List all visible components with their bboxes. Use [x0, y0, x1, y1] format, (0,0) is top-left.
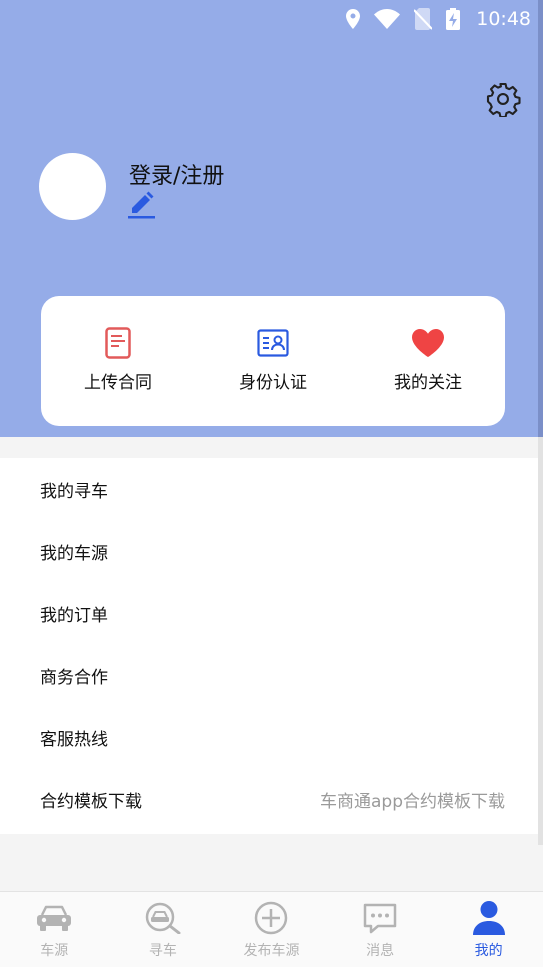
menu-item-customer-service-hotline[interactable]: 客服热线 — [0, 706, 543, 768]
quick-action-my-favorites[interactable]: 我的关注 — [389, 296, 467, 426]
settings-button[interactable] — [484, 80, 522, 118]
wifi-icon — [374, 9, 401, 29]
menu-item-my-car-sources[interactable]: 我的车源 — [0, 520, 543, 582]
gear-icon — [486, 82, 521, 117]
status-bar: 10:48 — [0, 0, 543, 38]
menu-item-label: 客服热线 — [40, 729, 108, 750]
message-icon — [363, 903, 397, 934]
menu-item-label: 商务合作 — [40, 667, 108, 688]
quick-action-upload-contract[interactable]: 上传合同 — [79, 296, 157, 426]
nav-tab-label: 车源 — [40, 943, 69, 959]
status-time: 10:48 — [476, 8, 531, 30]
quick-action-label: 身份认证 — [239, 373, 307, 393]
nav-tab-mine[interactable]: 我的 — [435, 892, 543, 967]
quick-action-identity-verification[interactable]: 身份认证 — [234, 296, 312, 426]
menu-list: 我的寻车 我的车源 我的订单 商务合作 客服热线 合约模板下载 车商通app合约… — [0, 458, 543, 834]
bottom-navigation: 车源 寻车 发布车源 消息 我的 — [0, 891, 543, 967]
nav-tab-label: 消息 — [366, 943, 395, 959]
avatar[interactable] — [39, 153, 106, 220]
login-register-link[interactable]: 登录/注册 — [129, 158, 224, 190]
menu-item-my-car-search[interactable]: 我的寻车 — [0, 458, 543, 520]
nav-tab-car-search[interactable]: 寻车 — [109, 892, 217, 967]
location-icon — [346, 9, 361, 29]
menu-item-label: 我的订单 — [40, 605, 108, 626]
car-search-icon — [145, 902, 181, 934]
contract-icon — [105, 327, 131, 359]
nav-tab-car-sources[interactable]: 车源 — [0, 892, 108, 967]
nav-tab-label: 寻车 — [148, 943, 177, 959]
no-sim-icon — [414, 8, 433, 30]
menu-item-hint: 车商通app合约模板下载 — [320, 791, 505, 812]
plus-circle-icon — [255, 901, 288, 935]
quick-action-label: 上传合同 — [84, 373, 152, 393]
menu-item-contract-template-download[interactable]: 合约模板下载 车商通app合约模板下载 — [0, 768, 543, 830]
nav-tab-label: 我的 — [474, 943, 503, 959]
scrollbar-thumb[interactable] — [538, 0, 543, 437]
menu-item-my-orders[interactable]: 我的订单 — [0, 582, 543, 644]
menu-item-business-cooperation[interactable]: 商务合作 — [0, 644, 543, 706]
nav-tab-messages[interactable]: 消息 — [326, 892, 434, 967]
heart-icon — [412, 329, 444, 357]
quick-actions-card: 上传合同 身份认证 我的关注 — [41, 296, 505, 426]
battery-charging-icon — [446, 8, 461, 30]
menu-item-label: 我的车源 — [40, 543, 108, 564]
menu-item-label: 我的寻车 — [40, 481, 108, 502]
user-icon — [472, 901, 505, 935]
nav-tab-publish-car-source[interactable]: 发布车源 — [217, 892, 325, 967]
quick-action-label: 我的关注 — [394, 373, 462, 393]
edit-profile-button[interactable] — [128, 189, 156, 219]
menu-item-label: 合约模板下载 — [40, 791, 142, 812]
id-card-icon — [257, 329, 289, 357]
nav-tab-label: 发布车源 — [243, 943, 300, 959]
car-icon — [37, 905, 72, 931]
pencil-icon — [128, 191, 155, 219]
